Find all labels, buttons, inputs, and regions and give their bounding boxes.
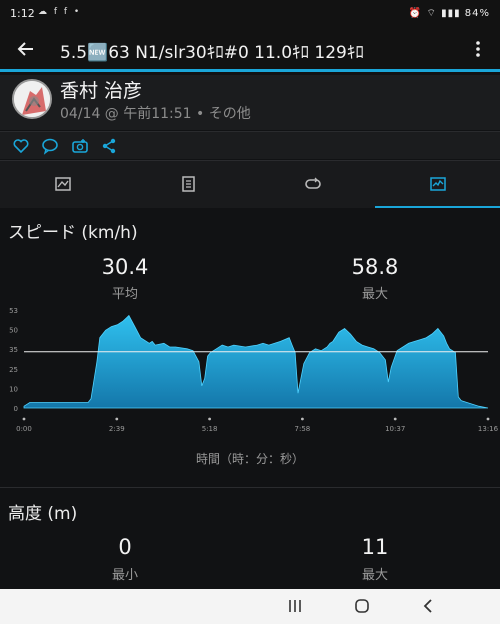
more-options-button[interactable] bbox=[470, 37, 486, 61]
max-speed-value: 58.8 bbox=[351, 255, 399, 279]
status-right: ⏰ ⌔ ▮▮▮ 84% bbox=[409, 7, 490, 20]
post-meta: 04/14 @ 午前11:51 • その他 bbox=[60, 106, 251, 122]
battery-level: 84% bbox=[464, 8, 490, 19]
recents-button[interactable] bbox=[283, 595, 307, 617]
x-tick-label: 7:58 bbox=[295, 425, 311, 433]
altitude-max-value: 11 bbox=[361, 535, 389, 559]
y-tick-label: 53 bbox=[9, 307, 18, 315]
y-tick-label: 10 bbox=[9, 385, 18, 393]
arrow-left-icon bbox=[17, 42, 33, 56]
recents-icon bbox=[289, 600, 301, 612]
chevron-left-icon bbox=[423, 599, 432, 613]
x-tick-mark bbox=[208, 417, 212, 421]
chart-icon bbox=[430, 177, 446, 191]
x-tick-label: 0:00 bbox=[16, 425, 32, 433]
x-tick-mark bbox=[115, 417, 119, 421]
speed-section: スピード (km/h) 30.4 平均 58.8 最大 0 10 25 35 50 53 … bbox=[0, 208, 500, 488]
map-icon bbox=[55, 177, 71, 191]
tab-charts[interactable] bbox=[375, 161, 500, 209]
altitude-min-label: 最小 bbox=[111, 568, 138, 583]
avatar-image-icon bbox=[14, 81, 50, 117]
x-tick-mark bbox=[393, 417, 397, 421]
loop-icon bbox=[305, 177, 321, 189]
system-icons: ⏰ ⌔ ▮▮▮ bbox=[408, 8, 465, 19]
user-name[interactable]: 香村 治彦 bbox=[60, 76, 142, 103]
y-tick-label: 50 bbox=[9, 327, 18, 335]
x-tick-mark bbox=[22, 417, 26, 421]
document-icon bbox=[182, 176, 195, 192]
activity-header: 香村 治彦 04/14 @ 午前11:51 • その他 bbox=[0, 75, 500, 130]
status-time: 1:12 bbox=[10, 7, 35, 20]
home-button[interactable] bbox=[350, 595, 374, 617]
add-photo-icon[interactable] bbox=[71, 137, 89, 155]
tab-map[interactable] bbox=[0, 161, 125, 209]
avg-speed-label: 平均 bbox=[111, 287, 138, 302]
max-speed-label: 最大 bbox=[361, 287, 388, 302]
back-nav-button[interactable] bbox=[416, 595, 440, 617]
speed-area-series bbox=[23, 314, 489, 409]
y-tick-label: 35 bbox=[9, 346, 18, 354]
y-tick-label: 25 bbox=[9, 366, 18, 374]
notification-icons: ☁ f f • bbox=[38, 7, 82, 17]
action-row bbox=[0, 131, 500, 159]
x-tick-mark bbox=[301, 417, 304, 421]
system-nav-bar bbox=[0, 589, 500, 624]
x-tick-label: 5:18 bbox=[202, 425, 218, 433]
tab-laps[interactable] bbox=[250, 161, 375, 209]
altitude-max-label: 最大 bbox=[361, 568, 388, 583]
comment-icon[interactable] bbox=[41, 137, 59, 155]
more-vert-icon bbox=[476, 41, 480, 57]
x-axis-title: 時間（時：分：秒） bbox=[195, 452, 304, 466]
x-tick-label: 10:37 bbox=[385, 425, 405, 433]
share-icon[interactable] bbox=[100, 137, 118, 155]
home-icon bbox=[355, 599, 369, 613]
back-button[interactable] bbox=[14, 37, 38, 61]
y-tick-label: 0 bbox=[14, 405, 18, 413]
avatar[interactable] bbox=[12, 79, 52, 119]
x-tick-label: 2:39 bbox=[109, 425, 125, 433]
tab-bar bbox=[0, 160, 500, 209]
speed-chart[interactable]: 0 10 25 35 50 53 0:00 2:39 5:18 7:58 10:37 13:16 bbox=[0, 302, 500, 442]
altitude-title: 高度 (m) bbox=[8, 504, 78, 524]
x-tick-label: 13:16 bbox=[478, 425, 499, 433]
status-bar: 1:12 ☁ f f • ⏰ ⌔ ▮▮▮ 84% bbox=[0, 0, 500, 28]
activity-title: 5.5🆕63 N1/slr30ｷﾛ#0 11.0ｷﾛ 129ｷﾛ bbox=[60, 43, 364, 63]
x-tick-mark bbox=[486, 417, 490, 421]
speed-title: スピード (km/h) bbox=[8, 223, 138, 243]
heart-icon[interactable] bbox=[12, 137, 30, 155]
app-bar: 5.5🆕63 N1/slr30ｷﾛ#0 11.0ｷﾛ 129ｷﾛ bbox=[0, 28, 500, 72]
altitude-section: 高度 (m) 0 最小 11 最大 bbox=[0, 489, 500, 589]
altitude-min-value: 0 bbox=[118, 535, 132, 559]
avg-speed-value: 30.4 bbox=[101, 255, 149, 279]
tab-details[interactable] bbox=[125, 161, 250, 209]
